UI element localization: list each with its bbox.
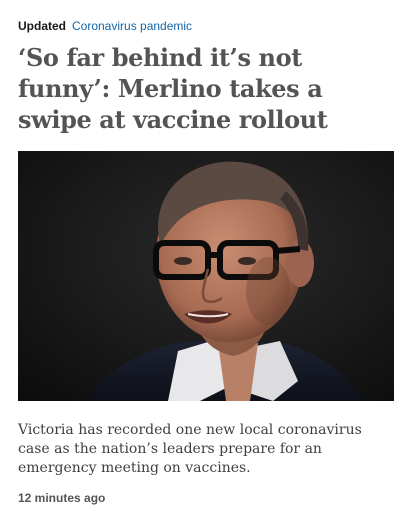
photo-man-glasses-icon [18, 151, 394, 401]
article-meta: Updated Coronavirus pandemic [18, 18, 192, 34]
topic-link[interactable]: Coronavirus pandemic [72, 19, 192, 33]
article-summary: Victoria has recorded one new local coro… [18, 422, 362, 476]
article-photo[interactable] [18, 151, 394, 401]
article-headline[interactable]: ‘So far behind it’s not funny’: Merlino … [18, 42, 394, 135]
article-timestamp: 12 minutes ago [18, 491, 106, 505]
updated-label: Updated [18, 19, 66, 33]
